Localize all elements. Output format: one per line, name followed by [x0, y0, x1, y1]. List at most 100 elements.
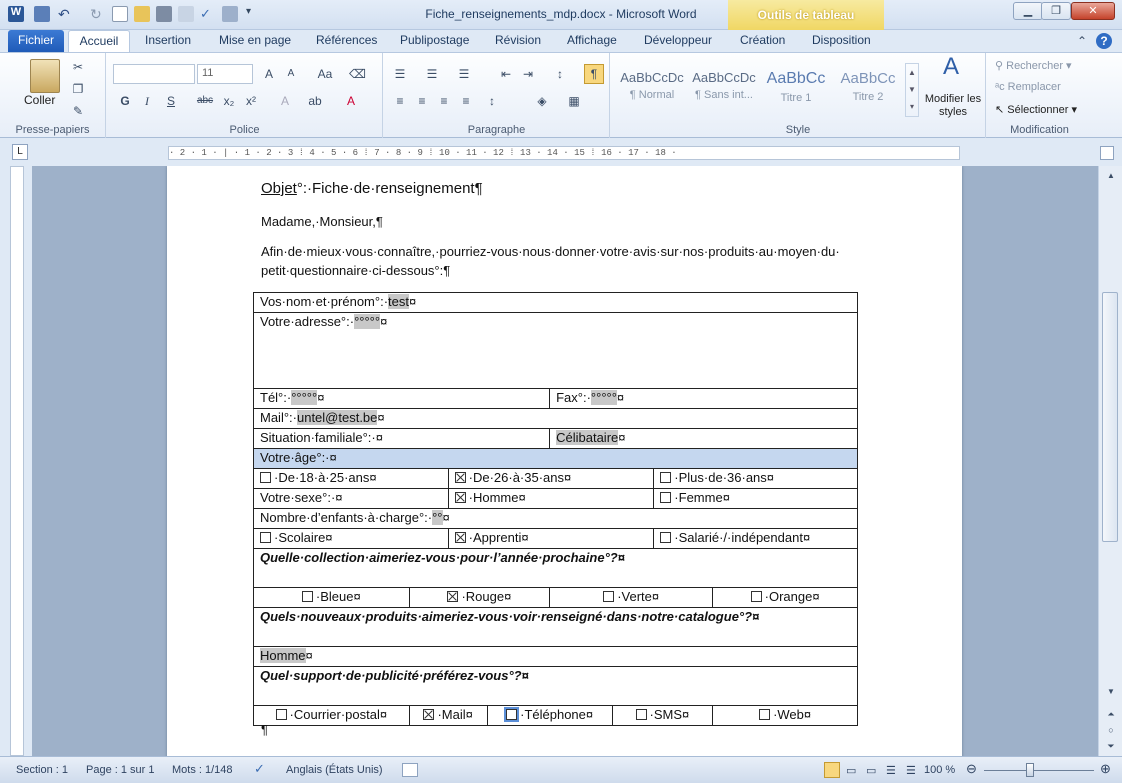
fax-cell[interactable]: Fax°:·°°°°°¤ — [549, 388, 858, 409]
tel-field[interactable]: °°°°° — [291, 390, 318, 405]
tab-view[interactable]: Affichage — [557, 30, 627, 52]
sort-icon[interactable]: ↕ — [552, 66, 568, 82]
sex-label-cell[interactable]: Votre·sexe°:·¤ — [253, 488, 449, 509]
bullets-icon[interactable]: ☰ — [392, 66, 408, 82]
checkbox-checked[interactable] — [454, 532, 466, 543]
end-paragraph[interactable]: ¶ — [261, 722, 268, 737]
tab-home[interactable]: Accueil — [68, 30, 130, 52]
numbering-icon[interactable]: ☰ — [424, 66, 440, 82]
name-cell[interactable]: Vos·nom·et·prénom°:·test¤ — [253, 292, 858, 313]
age-option-cell[interactable]: ·Plus·de·36·ans¤ — [653, 468, 858, 489]
checkbox[interactable] — [635, 709, 647, 720]
macro-icon[interactable] — [402, 763, 418, 777]
checkbox-checked[interactable] — [454, 492, 466, 503]
increase-indent-icon[interactable]: ⇥ — [520, 66, 536, 82]
checkbox[interactable] — [301, 591, 313, 602]
tab-page-layout[interactable]: Mise en page — [209, 30, 301, 52]
word-count[interactable]: Mots : 1/148 — [172, 764, 233, 776]
tab-design[interactable]: Création — [730, 30, 795, 52]
cut-icon[interactable]: ✂ — [70, 59, 86, 75]
shrink-font-icon[interactable]: A — [283, 66, 299, 82]
minimize-button[interactable]: ▁ — [1013, 2, 1043, 20]
align-right-icon[interactable]: ≡ — [436, 93, 452, 109]
name-field[interactable]: test — [388, 294, 409, 309]
print-layout-icon[interactable] — [824, 762, 840, 778]
fax-field[interactable]: °°°°° — [590, 390, 617, 405]
draft-icon[interactable]: ☰ — [906, 764, 916, 777]
scrollbar-thumb[interactable] — [1102, 292, 1118, 542]
change-case-icon[interactable]: Aa — [313, 66, 337, 82]
italic-button[interactable]: I — [139, 93, 155, 109]
select-button[interactable]: ↖ Sélectionner ▾ — [995, 103, 1077, 116]
style-heading-2[interactable]: AaBbCc Titre 2 — [833, 63, 903, 105]
zoom-in-icon[interactable]: ⊕ — [1100, 761, 1111, 777]
tab-file[interactable]: Fichier — [8, 30, 64, 52]
zoom-level[interactable]: 100 % — [924, 764, 955, 776]
family-dropdown[interactable]: Célibataire — [556, 430, 619, 445]
full-screen-icon[interactable]: ▭ — [846, 764, 856, 777]
mail-cell[interactable]: Mail°:·untel@test.be¤ — [253, 408, 858, 429]
style-normal[interactable]: AaBbCcDc ¶ Normal — [617, 63, 687, 105]
tab-mailings[interactable]: Publipostage — [390, 30, 479, 52]
underline-button[interactable]: S — [163, 93, 179, 109]
children-cell[interactable]: Nombre·d’enfants·à·charge°:·°°¤ — [253, 508, 858, 529]
style-heading-1[interactable]: AaBbCc Titre 1 — [761, 63, 831, 105]
view-ruler-icon[interactable] — [1100, 146, 1114, 160]
sex-option-cell[interactable]: ·Femme¤ — [653, 488, 858, 509]
checkbox[interactable] — [759, 709, 771, 720]
grow-font-icon[interactable]: A — [261, 66, 277, 82]
tab-insert[interactable]: Insertion — [135, 30, 201, 52]
language-indicator[interactable]: Anglais (États Unis) — [286, 764, 383, 776]
family-cell[interactable]: Situation·familiale°:·¤ — [252, 428, 551, 449]
vertical-scrollbar[interactable]: ▲ ▼ ⏶ ○ ⏷ — [1098, 166, 1122, 756]
tab-review[interactable]: Révision — [485, 30, 551, 52]
address-field[interactable]: °°°°° — [354, 314, 381, 329]
intro-line-2[interactable]: petit·questionnaire·ci-dessous°:¶ — [261, 263, 450, 278]
age-option-cell[interactable]: ·De·26·à·35·ans¤ — [447, 468, 655, 489]
change-styles-icon[interactable]: A — [937, 55, 965, 87]
checkbox[interactable] — [603, 591, 615, 602]
question-advertising[interactable]: Quel·support·de·publicité·préférez-vous°… — [253, 666, 858, 706]
checkbox[interactable] — [660, 492, 672, 503]
scroll-up-icon[interactable]: ▲ — [1103, 168, 1119, 184]
superscript-icon[interactable]: x² — [243, 93, 259, 109]
zoom-slider-thumb[interactable] — [1026, 763, 1034, 777]
tab-selector-icon[interactable]: L — [12, 144, 28, 160]
checkbox[interactable] — [260, 532, 271, 543]
section-indicator[interactable]: Section : 1 — [16, 764, 68, 776]
address-cell[interactable]: Votre·adresse°:·°°°°°¤ — [253, 312, 858, 389]
highlight-icon[interactable]: ab — [307, 93, 323, 109]
document-area[interactable]: Objet°:·Fiche·de·renseignement¶ Madame,·… — [32, 166, 1098, 756]
checkbox-selected[interactable] — [504, 707, 520, 722]
status-option-cell[interactable]: ·Apprenti¤ — [447, 528, 655, 549]
web-layout-icon[interactable]: ▭ — [866, 764, 876, 777]
tel-cell[interactable]: Tél°:·°°°°°¤ — [252, 388, 551, 409]
mail-field[interactable]: untel@test.be — [296, 410, 378, 425]
greeting[interactable]: Madame,·Monsieur,¶ — [261, 214, 383, 229]
close-button[interactable]: ✕ — [1071, 2, 1115, 20]
borders-icon[interactable]: ▦ — [566, 93, 582, 109]
children-field[interactable]: °° — [432, 510, 443, 525]
age-option-cell[interactable]: ·De·18·à·25·ans¤ — [253, 468, 449, 489]
horizontal-ruler[interactable]: L · 2 · 1 · | · 1 · 2 · 3 ⁞ 4 · 5 · 6 ⁞ … — [0, 138, 1122, 166]
bold-button[interactable]: G — [117, 93, 133, 109]
checkbox[interactable] — [260, 472, 271, 483]
next-page-icon[interactable]: ⏷ — [1103, 738, 1119, 754]
media-option-cell[interactable]: ·SMS¤ — [611, 705, 714, 726]
checkbox[interactable] — [750, 591, 762, 602]
status-option-cell[interactable]: ·Scolaire¤ — [253, 528, 449, 549]
question-collection[interactable]: Quelle·collection·aimeriez-vous·pour·l’a… — [253, 548, 858, 588]
tab-layout[interactable]: Disposition — [802, 30, 881, 52]
proofing-icon[interactable]: ✓ — [254, 761, 265, 777]
checkbox-checked[interactable] — [447, 591, 459, 602]
strikethrough-button[interactable]: abc — [193, 93, 217, 109]
shading-icon[interactable]: ◈ — [534, 93, 550, 109]
browse-object-icon[interactable]: ○ — [1103, 722, 1119, 738]
justify-icon[interactable]: ≡ — [458, 93, 474, 109]
products-answer-cell[interactable]: Homme¤ — [253, 646, 858, 667]
vertical-ruler[interactable] — [10, 166, 24, 756]
paste-button[interactable]: Coller — [24, 93, 55, 107]
tab-developer[interactable]: Développeur — [634, 30, 722, 52]
format-painter-icon[interactable]: ✎ — [70, 103, 86, 119]
color-option-cell[interactable]: ·Orange¤ — [712, 587, 858, 608]
